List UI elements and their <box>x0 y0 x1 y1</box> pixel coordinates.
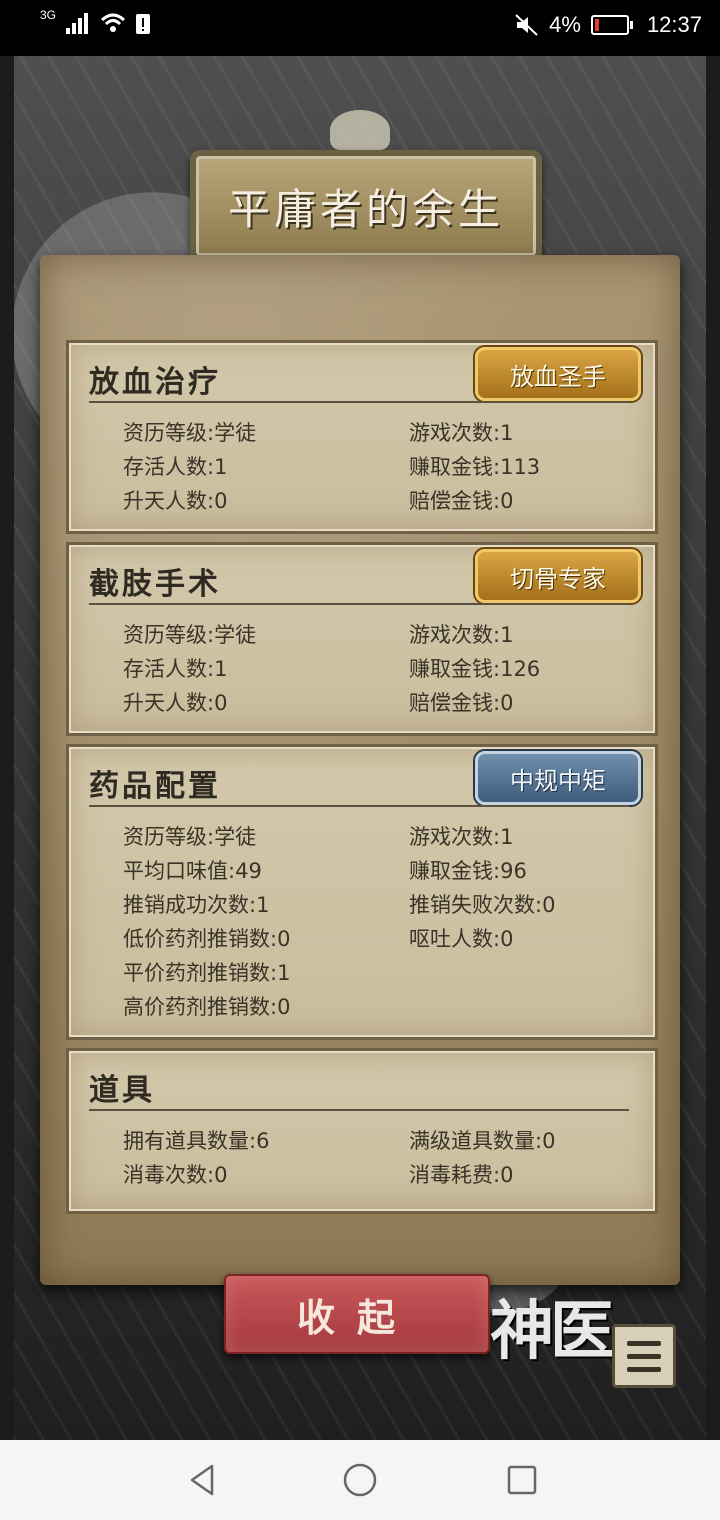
banner-crest <box>330 110 390 150</box>
stat-item: 平均口味值:49 <box>123 859 262 883</box>
stat-item: 赚取金钱:126 <box>409 657 541 681</box>
game-logo: 神医 <box>490 1294 614 1369</box>
stat-item: 升天人数:0 <box>123 691 228 715</box>
menu-icon-line <box>627 1353 661 1359</box>
stat-item: 高价药剂推销数:0 <box>123 995 291 1019</box>
stat-item: 赚取金钱:96 <box>409 859 527 883</box>
section-title: 药品配置 <box>89 769 221 804</box>
stat-item: 资历等级:学徒 <box>123 421 257 445</box>
battery-icon <box>590 15 633 35</box>
section-bloodletting: 放血治疗 放血圣手 资历等级:学徒 游戏次数:1 存活人数:1 赚取金钱:113… <box>66 340 658 534</box>
battery-percent: 4% <box>549 12 581 37</box>
stat-item: 游戏次数:1 <box>409 421 514 445</box>
stat-item: 存活人数:1 <box>123 455 228 479</box>
title-banner: 平庸者的余生 <box>190 150 542 262</box>
stat-item: 资历等级:学徒 <box>123 623 257 647</box>
achievement-badge: 切骨专家 <box>475 549 641 603</box>
divider <box>89 1109 629 1111</box>
section-amputation: 截肢手术 切骨专家 资历等级:学徒 游戏次数:1 存活人数:1 赚取金钱:126… <box>66 542 658 736</box>
stat-item: 消毒次数:0 <box>123 1163 228 1187</box>
mute-icon <box>515 14 538 36</box>
wifi-icon <box>101 13 126 32</box>
stat-item: 推销成功次数:1 <box>123 893 270 917</box>
stat-item: 存活人数:1 <box>123 657 228 681</box>
divider <box>89 401 629 403</box>
alert-icon <box>136 14 151 34</box>
stat-item: 赔偿金钱:0 <box>409 691 514 715</box>
menu-icon-line <box>627 1366 661 1372</box>
stat-item: 呕吐人数:0 <box>409 927 514 951</box>
stat-item: 升天人数:0 <box>123 489 228 513</box>
divider <box>89 805 629 807</box>
clock: 12:37 <box>646 12 702 37</box>
menu-icon-line <box>627 1340 661 1346</box>
back-icon[interactable] <box>184 1462 220 1498</box>
stat-item: 资历等级:学徒 <box>123 825 257 849</box>
stat-item: 赚取金钱:113 <box>409 455 541 479</box>
home-icon[interactable] <box>342 1462 378 1498</box>
collapse-button[interactable]: 收起 <box>224 1274 490 1354</box>
stat-item: 消毒耗费:0 <box>409 1163 514 1187</box>
section-items: 道具 拥有道具数量:6 满级道具数量:0 消毒次数:0 消毒耗费:0 <box>66 1048 658 1214</box>
system-nav-bar <box>0 1440 720 1520</box>
stat-item: 推销失败次数:0 <box>409 893 556 917</box>
recent-apps-icon[interactable] <box>504 1462 540 1498</box>
stat-item: 平价药剂推销数:1 <box>123 961 291 985</box>
stat-item: 拥有道具数量:6 <box>123 1129 270 1153</box>
divider <box>89 603 629 605</box>
stat-item: 游戏次数:1 <box>409 623 514 647</box>
signal-icon <box>66 13 89 34</box>
stat-item: 满级道具数量:0 <box>409 1129 556 1153</box>
achievement-badge: 放血圣手 <box>475 347 641 401</box>
section-title: 截肢手术 <box>89 567 221 602</box>
stat-item: 低价药剂推销数:0 <box>123 927 291 951</box>
page-title: 平庸者的余生 <box>227 184 504 234</box>
section-title: 放血治疗 <box>89 365 221 400</box>
section-title: 道具 <box>89 1073 155 1108</box>
section-medicine: 药品配置 中规中矩 资历等级:学徒 游戏次数:1 平均口味值:49 赚取金钱:9… <box>66 744 658 1040</box>
network-type: 3G <box>40 8 57 22</box>
stat-item: 赔偿金钱:0 <box>409 489 514 513</box>
stat-item: 游戏次数:1 <box>409 825 514 849</box>
status-bar: 3G 4% 12:37 <box>0 0 720 56</box>
menu-button[interactable] <box>612 1324 676 1388</box>
achievement-badge: 中规中矩 <box>475 751 641 805</box>
